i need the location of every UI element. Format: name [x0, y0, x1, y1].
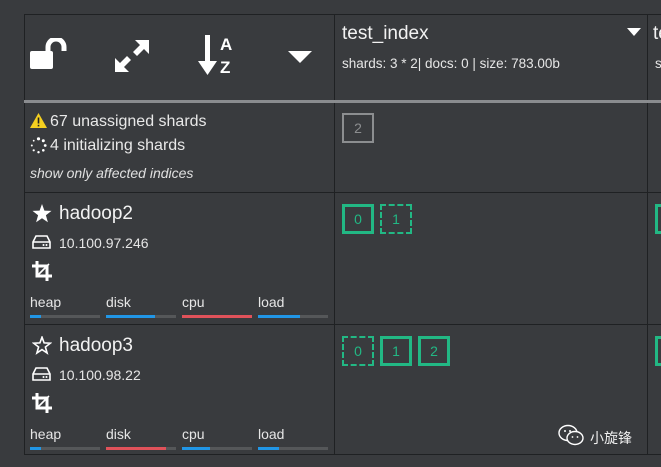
cpu-metric: cpu — [182, 294, 252, 318]
caret-down-icon[interactable] — [287, 49, 313, 65]
crop-icon[interactable] — [32, 261, 52, 281]
disk-bar — [106, 447, 166, 450]
unlock-icon[interactable] — [28, 36, 68, 72]
index-menu-caret-icon[interactable] — [627, 24, 641, 36]
crop-icon[interactable] — [32, 393, 52, 413]
metric-label: cpu — [182, 294, 205, 310]
node-name[interactable]: hadoop2 — [59, 203, 133, 225]
star-outline-icon — [31, 334, 53, 355]
svg-text:Z: Z — [220, 58, 230, 77]
master-star-icon — [32, 204, 52, 223]
primary-shard[interactable]: 1 — [380, 336, 412, 366]
cpu-bar — [182, 447, 210, 450]
index-stats: shards: 3 * 2| docs: 0 | size: 783.00b — [342, 56, 560, 71]
next-index-stats: s — [655, 56, 661, 71]
wechat-icon — [558, 424, 584, 446]
disk-metric: disk — [106, 294, 176, 318]
node-ip: 10.100.98.22 — [59, 367, 141, 383]
load-bar — [258, 315, 300, 318]
warning-icon — [30, 113, 47, 128]
heap-metric: heap — [30, 294, 100, 318]
primary-shard[interactable]: 0 — [342, 204, 374, 234]
initializing-shards-count: 4 initializing shards — [50, 137, 186, 154]
metric-label: heap — [30, 426, 62, 442]
heap-bar — [30, 447, 41, 450]
metric-label: load — [258, 426, 285, 442]
expand-icon[interactable] — [113, 38, 151, 74]
metric-label: disk — [106, 426, 131, 442]
load-metric: load — [258, 294, 328, 318]
cpu-bar — [182, 315, 252, 318]
spinner-icon — [30, 137, 47, 154]
hdd-icon — [32, 367, 51, 381]
sort-alpha-down-icon[interactable]: A Z — [196, 33, 240, 77]
cpu-metric: cpu — [182, 426, 252, 450]
index-name[interactable]: test_index — [342, 23, 429, 45]
hdd-icon — [32, 235, 51, 249]
watermark-text: 小旋锋 — [590, 430, 632, 446]
next-index-name[interactable]: te — [653, 23, 661, 45]
heap-metric: heap — [30, 426, 100, 450]
load-bar — [258, 447, 279, 450]
disk-bar — [106, 315, 155, 318]
unassigned-shards-count: 67 unassigned shards — [50, 113, 207, 130]
initializing-shard[interactable]: 0 — [342, 336, 374, 366]
next-index-shard[interactable] — [655, 204, 661, 234]
svg-text:A: A — [220, 35, 232, 54]
metric-label: cpu — [182, 426, 205, 442]
metric-label: load — [258, 294, 285, 310]
metric-label: disk — [106, 294, 131, 310]
disk-metric: disk — [106, 426, 176, 450]
node-ip: 10.100.97.246 — [59, 235, 149, 251]
load-metric: load — [258, 426, 328, 450]
unassigned-shard[interactable]: 2 — [342, 113, 374, 143]
next-index-shard[interactable] — [655, 336, 661, 366]
node-name[interactable]: hadoop3 — [59, 335, 133, 357]
primary-shard[interactable]: 2 — [418, 336, 450, 366]
initializing-shard[interactable]: 1 — [380, 204, 412, 234]
heap-bar — [30, 315, 41, 318]
show-affected-indices-link[interactable]: show only affected indices — [30, 165, 193, 181]
metric-label: heap — [30, 294, 62, 310]
